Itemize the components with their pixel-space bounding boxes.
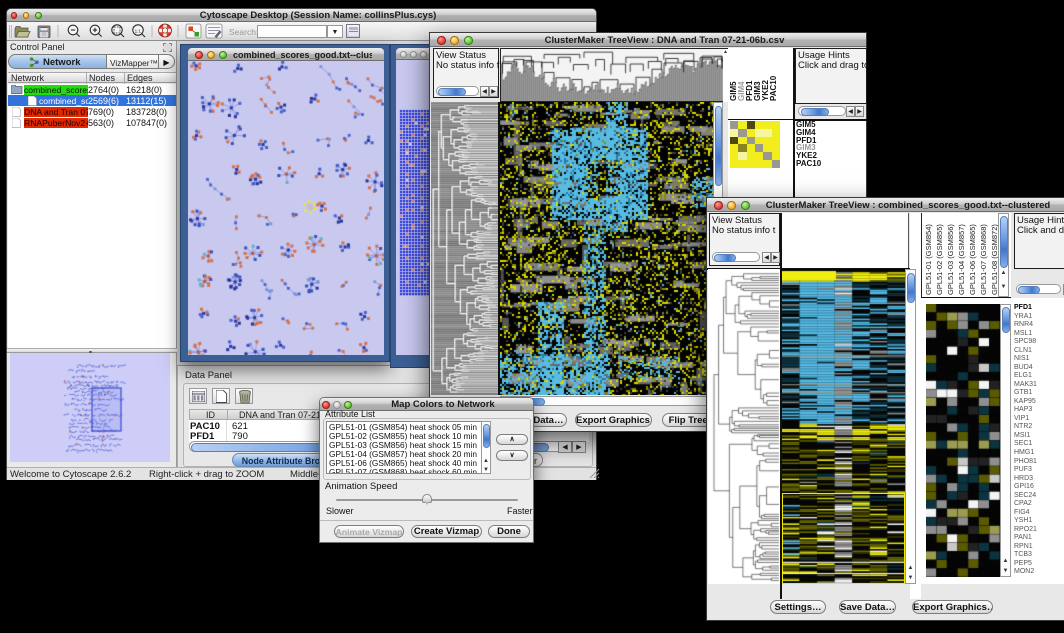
svg-text:1:1: 1:1 (135, 28, 142, 33)
